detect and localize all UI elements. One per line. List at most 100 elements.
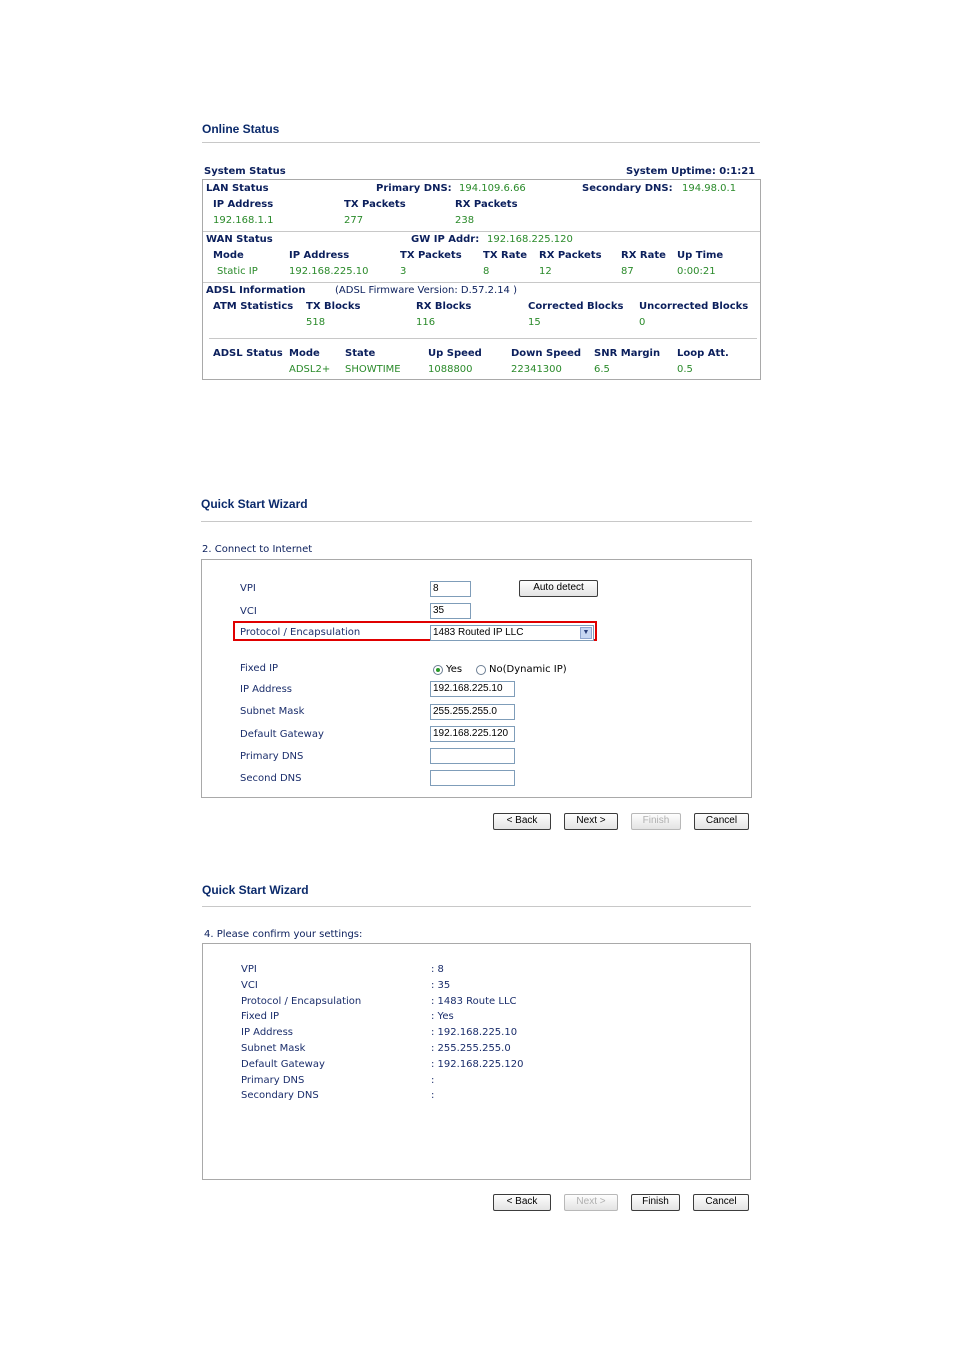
adsl-header-corrected: Corrected Blocks <box>528 301 624 312</box>
wan-value-uptime: 0:00:21 <box>677 266 716 277</box>
next-button[interactable]: Next > <box>564 1194 618 1211</box>
wan-header-uptime: Up Time <box>677 250 724 261</box>
adsl-status-value-up-speed: 1088800 <box>428 364 473 375</box>
section-divider <box>203 231 760 232</box>
confirm-row-label: Primary DNS <box>241 1074 305 1086</box>
lan-value-tx: 277 <box>344 215 364 226</box>
fixed-ip-yes-radio[interactable] <box>433 665 443 675</box>
wizard2-step-title: 2. Connect to Internet <box>202 544 313 555</box>
back-button[interactable]: < Back <box>493 1194 551 1211</box>
adsl-status-header-snr: SNR Margin <box>594 348 661 359</box>
adsl-status-header-mode: Mode <box>289 348 320 359</box>
subnet-mask-input[interactable]: 255.255.255.0 <box>430 704 515 720</box>
primary-dns-label: Primary DNS: <box>376 183 452 194</box>
lan-status-label: LAN Status <box>206 183 269 194</box>
adsl-status-header-down-speed: Down Speed <box>511 348 582 359</box>
protocol-label: Protocol / Encapsulation <box>240 627 361 638</box>
fixed-ip-no-label: No(Dynamic IP) <box>489 664 567 675</box>
ip-address-input[interactable]: 192.168.225.10 <box>430 681 515 697</box>
wan-header-tx-packets: TX Packets <box>400 250 462 261</box>
gw-ip-label: GW IP Addr: <box>411 234 480 245</box>
confirm-row-label: Fixed IP <box>241 1011 280 1023</box>
wan-header-rx-rate: RX Rate <box>621 250 666 261</box>
wan-header-rx-packets: RX Packets <box>539 250 602 261</box>
confirm-row-label: Subnet Mask <box>241 1043 306 1054</box>
chevron-down-icon[interactable]: ▼ <box>580 627 592 639</box>
adsl-status-header-state: State <box>345 348 376 359</box>
secondary-dns-value: 194.98.0.1 <box>682 183 737 194</box>
adsl-status-value-down-speed: 22341300 <box>511 364 562 375</box>
primary-dns-value: 194.109.6.66 <box>459 183 526 194</box>
confirm-row-value: : 1483 Route LLC <box>431 995 517 1007</box>
system-uptime: System Uptime: 0:1:21 <box>626 166 756 177</box>
atm-statistics-label: ATM Statistics <box>213 301 294 312</box>
confirm-row-label: VCI <box>241 979 258 991</box>
wan-value-ip: 192.168.225.10 <box>289 266 369 277</box>
cancel-button[interactable]: Cancel <box>693 1194 749 1211</box>
vci-label: VCI <box>240 606 257 617</box>
system-status-label: System Status <box>204 166 286 177</box>
confirm-row-label: VPI <box>241 964 257 975</box>
adsl-status-value-mode: ADSL2+ <box>289 364 331 375</box>
lan-header-rx: RX Packets <box>455 199 518 210</box>
primary-dns-input[interactable] <box>430 748 515 764</box>
confirm-row-value: : 35 <box>431 979 451 991</box>
second-dns-label: Second DNS <box>240 773 302 784</box>
adsl-status-value-loop: 0.5 <box>677 364 693 375</box>
fixed-ip-yes-label: Yes <box>446 664 463 675</box>
adsl-firmware-version: (ADSL Firmware Version: D.57.2.14 ) <box>335 285 517 296</box>
vpi-input[interactable]: 8 <box>430 581 471 597</box>
finish-button[interactable]: Finish <box>631 813 681 830</box>
wan-header-ip: IP Address <box>289 250 350 261</box>
wan-header-mode: Mode <box>213 250 244 261</box>
ip-address-label: IP Address <box>240 684 292 695</box>
fixed-ip-no-radio[interactable] <box>476 665 486 675</box>
wan-value-tx-packets: 3 <box>400 266 407 277</box>
title-divider <box>202 906 751 907</box>
adsl-info-label: ADSL Information <box>206 285 306 296</box>
wan-value-mode: Static IP <box>217 266 258 277</box>
secondary-dns-label: Secondary DNS: <box>582 183 673 194</box>
wan-header-tx-rate: TX Rate <box>483 250 528 261</box>
confirm-row-label: IP Address <box>241 1027 293 1039</box>
fixed-ip-label: Fixed IP <box>240 663 279 674</box>
adsl-status-header-loop: Loop Att. <box>677 348 729 359</box>
confirm-row-value: : 8 <box>431 964 444 975</box>
confirm-row-value: : 192.168.225.120 <box>431 1058 524 1070</box>
gw-ip-value: 192.168.225.120 <box>487 234 573 245</box>
wizard2-title: Quick Start Wizard <box>201 497 308 511</box>
lan-value-ip: 192.168.1.1 <box>213 215 274 226</box>
primary-dns-label: Primary DNS <box>240 751 304 762</box>
vci-input[interactable]: 35 <box>430 603 471 619</box>
adsl-status-header-up-speed: Up Speed <box>428 348 482 359</box>
section-divider <box>209 338 757 339</box>
lan-header-tx: TX Packets <box>344 199 406 210</box>
adsl-value-uncorrected: 0 <box>639 317 646 328</box>
cancel-button[interactable]: Cancel <box>694 813 749 830</box>
online-status-title: Online Status <box>202 122 280 136</box>
protocol-select-value: 1483 Routed IP LLC <box>433 627 524 638</box>
protocol-select[interactable]: 1483 Routed IP LLC ▼ <box>430 625 594 641</box>
subnet-mask-label: Subnet Mask <box>240 706 305 717</box>
adsl-status-value-state: SHOWTIME <box>345 364 401 375</box>
wan-status-label: WAN Status <box>206 234 273 245</box>
confirm-row-value: : <box>431 1074 435 1086</box>
wan-value-tx-rate: 8 <box>483 266 490 277</box>
wizard4-title: Quick Start Wizard <box>202 883 309 897</box>
confirm-row-value: : 255.255.255.0 <box>431 1043 511 1054</box>
title-divider <box>202 142 760 143</box>
lan-value-rx: 238 <box>455 215 475 226</box>
adsl-header-uncorrected: Uncorrected Blocks <box>639 301 749 312</box>
second-dns-input[interactable] <box>430 770 515 786</box>
default-gateway-input[interactable]: 192.168.225.120 <box>430 726 515 742</box>
section-divider <box>203 282 760 283</box>
finish-button[interactable]: Finish <box>631 1194 680 1211</box>
confirm-row-value: : <box>431 1090 435 1102</box>
adsl-value-corrected: 15 <box>528 317 541 328</box>
back-button[interactable]: < Back <box>493 813 551 830</box>
confirm-row-label: Protocol / Encapsulation <box>241 995 362 1007</box>
default-gateway-label: Default Gateway <box>240 729 324 740</box>
auto-detect-button[interactable]: Auto detect <box>519 580 598 597</box>
next-button[interactable]: Next > <box>564 813 618 830</box>
adsl-header-tx-blocks: TX Blocks <box>306 301 361 312</box>
